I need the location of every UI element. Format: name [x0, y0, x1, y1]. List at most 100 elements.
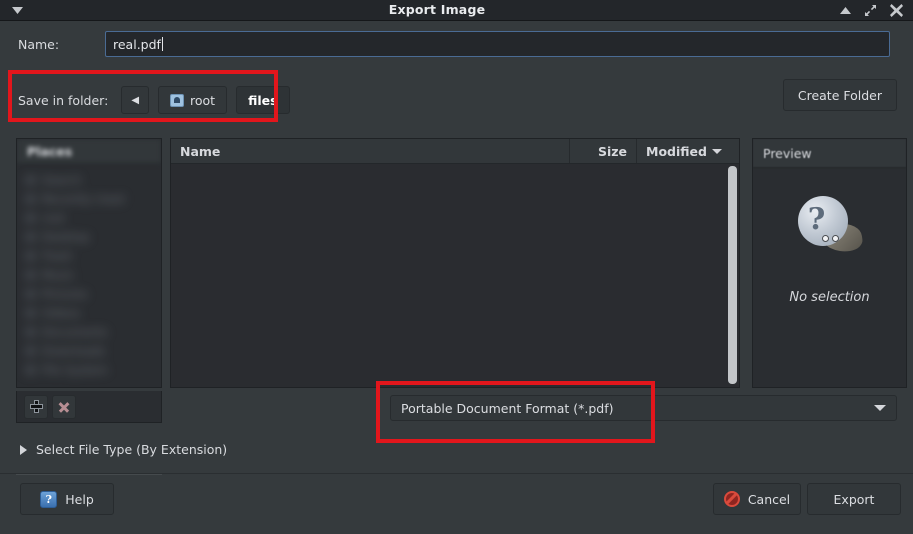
breadcrumb-files-label: files [248, 92, 278, 108]
cancel-label: Cancel [747, 491, 791, 507]
place-icon [25, 212, 36, 223]
list-item-label: Documents [42, 324, 108, 339]
unknown-file-icon: ? [792, 194, 868, 264]
list-item[interactable]: root [17, 208, 161, 227]
place-icon [25, 326, 36, 337]
no-entry-icon [723, 491, 740, 507]
eye-right-shape [831, 235, 839, 242]
list-item[interactable]: Downloads [17, 341, 161, 360]
column-header-size[interactable]: Size [570, 139, 637, 163]
save-in-folder-row: Save in folder: ◀ root files [0, 68, 913, 128]
name-label: Name: [18, 36, 60, 52]
breadcrumb-root-label: root [190, 92, 216, 108]
window-controls [840, 3, 913, 17]
select-file-type-expander[interactable]: Select File Type (By Extension) [20, 442, 227, 457]
file-type-combo-value: Portable Document Format (*.pdf) [401, 400, 614, 416]
list-item-label: Desktop [42, 229, 90, 244]
list-item-label: Recently Used [42, 191, 125, 206]
place-icon [25, 345, 36, 356]
places-list[interactable]: Search Recently Used root Desktop Trash … [17, 164, 161, 379]
file-type-combo[interactable]: Portable Document Format (*.pdf) [390, 395, 897, 421]
place-icon [25, 364, 36, 375]
breadcrumb-files[interactable]: files [236, 86, 290, 114]
place-icon [25, 193, 36, 204]
sort-descending-icon [711, 148, 722, 154]
help-button[interactable]: ? Help [20, 483, 114, 515]
list-item[interactable]: Trash [17, 246, 161, 265]
home-icon [170, 93, 185, 107]
column-header-modified[interactable]: Modified [637, 139, 739, 163]
place-icon [25, 250, 36, 261]
place-icon [25, 307, 36, 318]
window-title: Export Image [388, 2, 486, 17]
file-list-scrollbar[interactable] [728, 166, 737, 384]
preview-status: No selection [789, 290, 870, 305]
export-label: Export [833, 491, 875, 507]
file-list-panel: Name Size Modified [170, 138, 740, 388]
list-item[interactable]: Recently Used [17, 189, 161, 208]
place-icon [25, 231, 36, 242]
preview-panel: Preview ? No selection [752, 138, 907, 388]
place-icon [25, 288, 36, 299]
file-list-header: Name Size Modified [171, 139, 739, 164]
list-item[interactable]: Documents [17, 322, 161, 341]
places-panel: Places Search Recently Used root Desktop… [16, 138, 162, 388]
export-button[interactable]: Export [807, 483, 901, 515]
chevron-down-icon [874, 405, 886, 411]
preview-body: ? No selection [753, 168, 906, 387]
scrollbar-thumb[interactable] [728, 166, 737, 384]
list-item[interactable]: Search [17, 170, 161, 189]
column-header-name[interactable]: Name [171, 139, 570, 163]
text-caret [161, 37, 163, 51]
list-item-label: Music [42, 267, 75, 282]
column-header-modified-label: Modified [646, 143, 707, 159]
bottom-separator [0, 473, 913, 474]
question-mark-icon: ? [40, 490, 58, 508]
preview-header: Preview [753, 139, 906, 168]
list-item-label: Pictures [42, 286, 88, 301]
window-menu-caret-icon[interactable] [0, 0, 34, 20]
list-item-label: Trash [42, 248, 73, 263]
maximize-icon[interactable] [864, 4, 877, 17]
list-item-label: Search [42, 172, 82, 187]
select-file-type-label: Select File Type (By Extension) [36, 442, 228, 457]
list-item[interactable]: Desktop [17, 227, 161, 246]
list-item[interactable]: Videos [17, 303, 161, 322]
path-back-button[interactable]: ◀ [121, 86, 150, 114]
remove-icon [58, 401, 70, 413]
breadcrumb-root[interactable]: root [158, 86, 228, 114]
list-item-label: File System [42, 362, 108, 377]
places-footer [16, 391, 162, 423]
add-place-button[interactable] [24, 394, 48, 419]
export-image-dialog: Export Image Name: real.pdf Save in fold… [0, 0, 913, 534]
create-folder-button[interactable]: Create Folder [782, 79, 897, 111]
left-arrow-icon: ◀ [131, 94, 140, 106]
name-row: Name: real.pdf [0, 20, 913, 68]
help-label: Help [65, 491, 94, 507]
column-header-name-label: Name [180, 143, 221, 159]
save-in-folder-label: Save in folder: [18, 92, 109, 108]
place-icon [25, 269, 36, 280]
list-item-label: root [42, 210, 66, 225]
list-item[interactable]: Music [17, 265, 161, 284]
create-folder-label: Create Folder [797, 87, 882, 103]
list-item-label: Videos [42, 305, 81, 320]
place-icon [25, 174, 36, 185]
cancel-button[interactable]: Cancel [713, 483, 801, 515]
close-icon[interactable] [890, 3, 903, 17]
divider [16, 474, 162, 475]
remove-place-button[interactable] [52, 394, 76, 419]
list-item[interactable]: File System [17, 360, 161, 379]
file-list-body[interactable] [171, 164, 739, 387]
shade-icon[interactable] [840, 6, 851, 14]
triangle-right-icon [20, 444, 27, 455]
eye-left-shape [821, 235, 829, 242]
filename-value: real.pdf [113, 36, 161, 52]
list-item[interactable]: Pictures [17, 284, 161, 303]
plus-icon [29, 400, 43, 413]
list-item-label: Downloads [42, 343, 106, 358]
places-header: Places [17, 139, 161, 164]
title-bar: Export Image [0, 0, 913, 21]
filename-input[interactable]: real.pdf [105, 31, 890, 57]
column-header-size-label: Size [597, 143, 627, 159]
